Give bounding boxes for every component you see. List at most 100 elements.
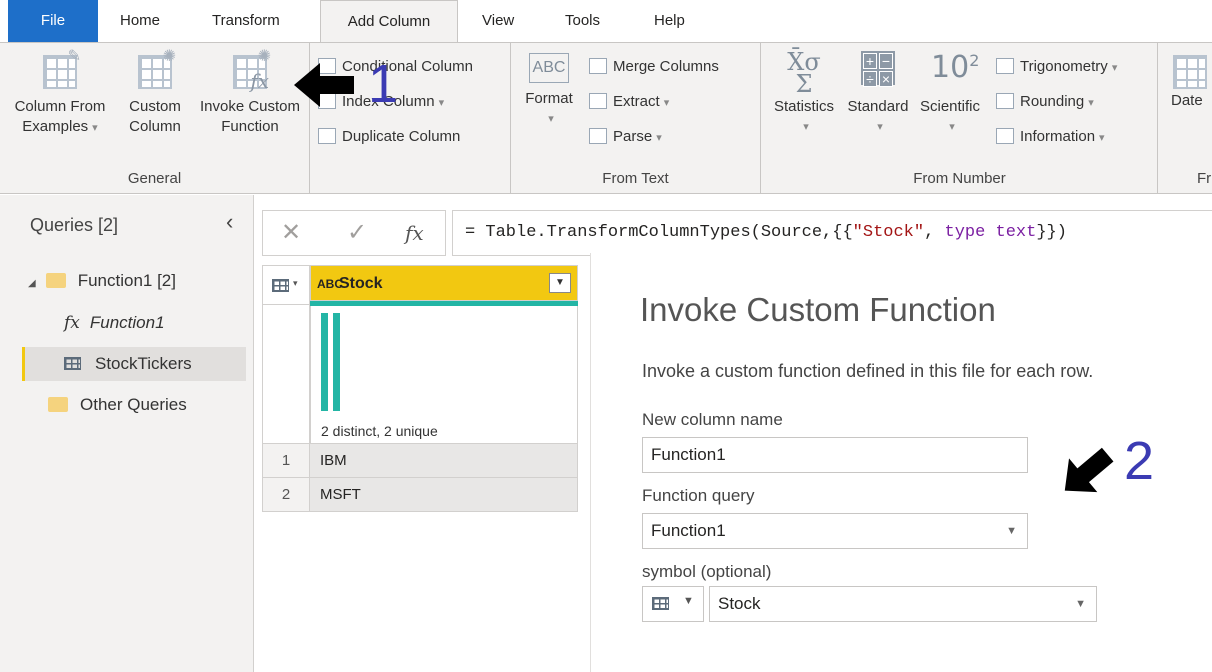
table-icon (272, 279, 289, 292)
parse-button[interactable]: Parse ▾ (589, 125, 662, 149)
tab-add-column[interactable]: Add Column (320, 0, 458, 43)
expand-triangle-icon[interactable]: ◢ (28, 278, 36, 289)
new-column-name-input[interactable]: Function1 (642, 437, 1028, 473)
information-icon (996, 128, 1014, 144)
ribbon-group-from-text: ABC Format ▾ Merge Columns Extract ▾ Pars… (511, 43, 761, 193)
merge-columns-button[interactable]: Merge Columns (589, 55, 719, 79)
formula-text: = Table.TransformColumnTypes(Source,{{ (465, 223, 853, 242)
ribbon-group-from-number: X̄σ Σ Statistics ▾ + − ÷ × Standard ▾ 102 Sc… (762, 43, 1158, 193)
invoke-custom-function-label-2: Function (221, 118, 279, 135)
date-button[interactable]: Date (1171, 51, 1212, 111)
row-number[interactable]: 2 (262, 478, 310, 512)
ribbon: ✎ Column From Examples ▾ ✺ Custom Column … (0, 42, 1212, 194)
symbol-column-value: Stock (718, 594, 761, 613)
custom-column-button[interactable]: ✺ Custom Column (120, 48, 190, 137)
standard-button[interactable]: + − ÷ × Standard ▾ (842, 51, 914, 137)
formula-separator: , (924, 223, 945, 242)
function-query-label: Function query (642, 486, 755, 505)
query-group-other[interactable]: Other Queries (48, 391, 187, 419)
invoke-custom-function-dialog: Invoke Custom Function Invoke a custom f… (590, 253, 1212, 672)
queries-title: Queries [2] (30, 215, 119, 235)
custom-column-label-2: Column (129, 118, 181, 135)
query-group-function1[interactable]: ◢ Function1 [2] (28, 267, 176, 295)
chevron-down-icon: ▼ (1075, 598, 1086, 610)
dialog-description: Invoke a custom function defined in this… (642, 361, 1094, 381)
chevron-down-icon: ▾ (548, 113, 554, 125)
function-icon: fx (64, 313, 80, 333)
annotation-number-one: 1 (368, 54, 399, 114)
scientific-button[interactable]: 102 Scientific ▾ (914, 51, 986, 137)
date-icon (1171, 51, 1209, 91)
table-cell[interactable]: IBM (310, 444, 578, 478)
chevron-down-icon: ▾ (1111, 62, 1118, 74)
column-header-stock[interactable]: ABC Stock ▼ (310, 265, 578, 301)
tab-transform[interactable]: Transform (200, 0, 292, 42)
group-label-from-date: Fr (1197, 170, 1212, 187)
distribution-bar (333, 313, 340, 411)
standard-label: Standard (847, 98, 909, 115)
invoke-custom-function-label-1: Invoke Custom (199, 98, 301, 115)
chevron-down-icon: ▾ (293, 278, 298, 288)
scientific-label: Scientific (919, 98, 981, 115)
table-menu-button[interactable]: ▾ (262, 265, 310, 305)
statistics-icon: X̄σ Σ (787, 48, 821, 98)
column-profile-stats: 2 distinct, 2 unique (321, 423, 438, 439)
format-label: Format (525, 90, 573, 107)
duplicate-column-icon (318, 128, 336, 144)
format-icon: ABC (529, 53, 569, 83)
scientific-icon: 102 (931, 50, 980, 85)
extract-button[interactable]: Extract ▾ (589, 90, 669, 114)
annotation-arrow-left-icon (294, 63, 354, 107)
formula-suffix: }}) (1036, 223, 1067, 242)
function-query-select[interactable]: Function1 ▼ (642, 513, 1028, 549)
function-icon[interactable]: fx (405, 221, 424, 245)
tab-file[interactable]: File (8, 0, 98, 42)
param-type-button[interactable]: ▼ (642, 586, 704, 622)
text-type-icon[interactable]: ABC (317, 266, 343, 302)
dialog-title: Invoke Custom Function (640, 291, 996, 328)
query-function1[interactable]: fx Function1 (64, 309, 165, 337)
collapse-pane-icon[interactable]: ‹ (226, 209, 233, 235)
commit-icon[interactable]: ✓ (347, 218, 367, 247)
column-from-examples-icon: ✎ (41, 48, 81, 91)
standard-icon: + − ÷ × (859, 51, 897, 91)
statistics-label: Statistics (773, 98, 834, 115)
query-stocktickers[interactable]: StockTickers (64, 350, 192, 378)
duplicate-column-button[interactable]: Duplicate Column (318, 125, 460, 149)
chevron-down-icon: ▼ (683, 595, 694, 607)
table-cell[interactable]: MSFT (310, 478, 578, 512)
rounding-icon (996, 93, 1014, 109)
tab-tools[interactable]: Tools (553, 0, 612, 42)
formula-string: "Stock" (852, 223, 925, 242)
menu-bar: File Home Transform Add Column View Tool… (0, 0, 1212, 43)
chevron-down-icon: ▾ (1099, 132, 1105, 144)
folder-icon (48, 397, 68, 412)
column-filter-button[interactable]: ▼ (549, 273, 571, 293)
symbol-column-select[interactable]: Stock ▼ (709, 586, 1097, 622)
information-button[interactable]: Information ▾ (996, 125, 1105, 149)
cancel-icon[interactable]: ✕ (281, 218, 301, 247)
row-number[interactable]: 1 (262, 444, 310, 478)
chevron-down-icon: ▾ (92, 122, 98, 134)
formula-keyword: type text (944, 223, 1037, 242)
rounding-button[interactable]: Rounding ▾ (996, 90, 1094, 114)
statistics-button[interactable]: X̄σ Σ Statistics ▾ (766, 48, 842, 137)
chevron-down-icon: ▾ (877, 121, 883, 133)
group-label-general: General (127, 170, 182, 187)
invoke-custom-function-button[interactable]: ✺ fx Invoke Custom Function (192, 48, 308, 137)
trigonometry-button[interactable]: Trigonometry ▾ (996, 55, 1117, 79)
tab-home[interactable]: Home (108, 0, 172, 42)
distribution-bar (321, 313, 328, 411)
formula-bar[interactable]: = Table.TransformColumnTypes(Source,{{"S… (452, 210, 1212, 256)
chevron-down-icon: ▾ (1088, 97, 1094, 109)
group-label-from-text: From Text (602, 170, 669, 187)
table-icon (64, 357, 81, 370)
annotation-number-two: 2 (1124, 431, 1155, 491)
tab-help[interactable]: Help (642, 0, 697, 42)
tab-view[interactable]: View (470, 0, 526, 42)
merge-columns-icon (589, 58, 607, 74)
chevron-down-icon: ▾ (438, 97, 445, 109)
group-label-from-number: From Number (913, 170, 1006, 187)
column-from-examples-button[interactable]: ✎ Column From Examples ▾ (6, 48, 114, 138)
format-button[interactable]: ABC Format ▾ (517, 53, 581, 129)
